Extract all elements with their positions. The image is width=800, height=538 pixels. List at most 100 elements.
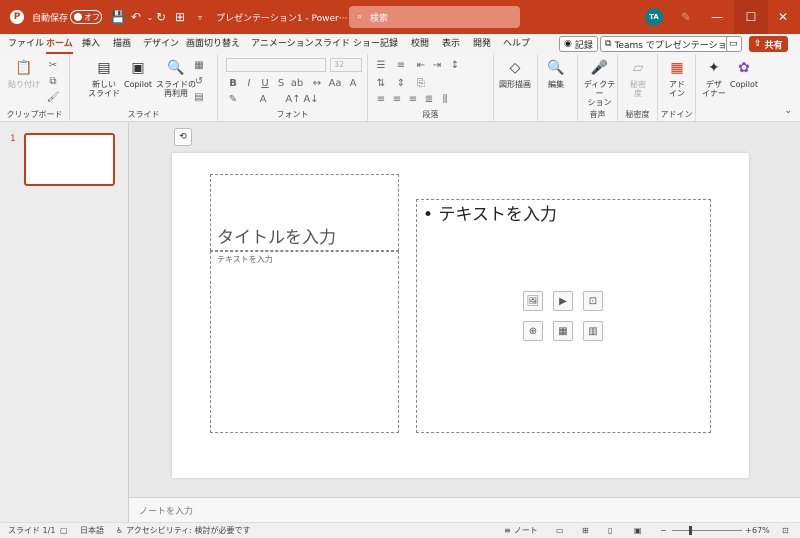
case-icon[interactable]: Aa [328,76,342,90]
shrink-font-icon[interactable]: A↓ [303,92,318,106]
customize-toolbar-icon[interactable]: ▿ [192,0,208,34]
zoom-in-icon[interactable]: + [745,523,752,538]
picture-insert-icon[interactable]: ⊡ [583,291,603,311]
decrease-indent-icon[interactable]: ⇤ [414,58,428,72]
sensitivity-button[interactable]: ▱ 秘密 度 [628,58,648,99]
align-center-icon[interactable]: ≡ [390,92,404,106]
spelling-icon[interactable]: ▢ [60,523,68,538]
text-placeholder[interactable]: テキストを入力 [210,251,399,433]
zoom-out-icon[interactable]: − [660,523,667,538]
tab-view[interactable]: 表示 [442,34,460,54]
slide-thumbnail[interactable] [24,133,115,186]
stock-images-icon[interactable]: 🖼 [523,291,543,311]
search-box[interactable]: ⌕ 検索 [349,6,520,28]
chart-insert-icon[interactable]: ▥ [583,321,603,341]
bullets-icon[interactable]: ☰ [374,58,388,72]
record-button[interactable]: ◉ 記録 [559,36,598,52]
justify-icon[interactable]: ≣ [422,92,436,106]
grow-font-icon[interactable]: A↑ [285,92,300,106]
tab-insert[interactable]: 挿入 [82,34,100,54]
tab-slideshow[interactable]: スライド ショー [314,34,380,54]
icons-insert-icon[interactable]: ▶ [553,291,573,311]
addins-button[interactable]: ▦ アド イン [667,58,687,99]
bold-icon[interactable]: B [226,76,240,90]
format-painter-icon[interactable]: 🖌 [46,90,60,104]
copilot-button[interactable]: ✿ Copilot [730,58,758,90]
tab-draw[interactable]: 描画 [113,34,131,54]
fit-slide-icon[interactable]: ⊡ [782,523,789,538]
slideshow-icon[interactable]: ▣ [634,523,642,538]
strikethrough-icon[interactable]: ab [290,76,304,90]
tab-record[interactable]: 記録 [380,34,398,54]
underline-icon[interactable]: U [258,76,272,90]
align-text-icon[interactable]: ⇕ [394,76,408,90]
new-slide-button[interactable]: ▤ 新しい スライド [88,58,120,99]
avatar[interactable]: TA [645,8,663,26]
notes-toggle-button[interactable]: ≡ ノート [504,523,538,538]
video-insert-icon[interactable]: ⊕ [523,321,543,341]
pen-icon[interactable]: ✎ [677,0,695,34]
reset-icon[interactable]: ↺ [192,74,206,88]
tab-developer[interactable]: 開発 [473,34,491,54]
accessibility-status[interactable]: ♿ アクセシビリティ: 検討が必要です [116,523,251,538]
line-spacing-icon[interactable]: ↕ [448,58,462,72]
start-from-beginning-icon[interactable]: ⊞ [172,0,188,34]
zoom-level[interactable]: 67% [752,523,770,538]
section-icon[interactable]: ▤ [192,90,206,104]
minimize-button[interactable]: — [700,0,734,34]
italic-icon[interactable]: I [242,76,256,90]
zoom-slider-track[interactable] [672,530,742,531]
cut-icon[interactable]: ✂ [46,58,60,72]
numbering-icon[interactable]: ≡ [394,58,408,72]
increase-indent-icon[interactable]: ⇥ [430,58,444,72]
reuse-slides-button[interactable]: 🔍 スライドの 再利用 [156,58,196,99]
dictate-button[interactable]: 🎤 ディクテー ション [582,58,617,108]
ribbon-options-chevron-icon[interactable]: ⌄ [784,106,792,116]
maximize-button[interactable]: ☐ [734,0,768,34]
find-button[interactable]: 🔍 編集 [546,58,566,90]
save-icon[interactable]: 💾 [110,0,126,34]
font-color-icon[interactable]: A [256,92,270,106]
close-button[interactable]: ✕ [766,0,800,34]
tab-help[interactable]: ヘルプ [503,34,530,54]
reading-view-icon[interactable]: ▯ [608,523,612,538]
text-direction-icon[interactable]: ⇅ [374,76,388,90]
share-button[interactable]: ⇪ 共有 [749,36,788,52]
columns-icon[interactable]: ⫼ [438,92,452,106]
teams-present-button[interactable]: ⧉ Teams でプレゼンテーション [600,36,741,52]
font-name-box[interactable] [226,58,326,72]
redo-icon[interactable]: ↻ [153,0,169,34]
notes-pane[interactable]: ノートを入力 [128,497,800,522]
slide-canvas[interactable]: タイトルを入力 テキストを入力 • テキストを入力 🖼 ▶ ⊡ ⊕ ▦ ▥ [172,153,749,478]
font-size-box[interactable]: 32 [330,58,362,72]
normal-view-icon[interactable]: ▭ [556,523,564,538]
align-right-icon[interactable]: ≡ [406,92,420,106]
comments-button[interactable]: ▭ [726,36,742,52]
tab-transitions[interactable]: 画面切り替え [186,34,240,54]
language-indicator[interactable]: 日本語 [80,523,104,538]
title-placeholder[interactable]: タイトルを入力 [210,174,399,251]
zoom-slider-thumb[interactable] [688,526,692,535]
autosave-toggle[interactable]: オフ [70,10,102,24]
designer-button[interactable]: ✦ デザ イナー [702,58,726,99]
paste-button[interactable]: 📋 貼り付け [8,58,40,90]
spacing-icon[interactable]: ↔ [310,76,324,90]
designer-suggestion-icon[interactable]: ⟲ [174,128,192,146]
tab-file[interactable]: ファイル [8,34,44,54]
clear-format-icon[interactable]: A [346,76,360,90]
table-insert-icon[interactable]: ▦ [553,321,573,341]
slide-sorter-icon[interactable]: ⊞ [582,523,589,538]
tab-review[interactable]: 校閲 [411,34,429,54]
tab-animations[interactable]: アニメーション [251,34,314,54]
shadow-icon[interactable]: S [274,76,288,90]
tab-home[interactable]: ホーム [46,34,73,54]
copy-icon[interactable]: ⧉ [46,74,60,88]
layout-icon[interactable]: ▦ [192,58,206,72]
align-left-icon[interactable]: ≡ [374,92,388,106]
smartart-icon[interactable]: ⎘ [414,76,428,90]
tab-design[interactable]: デザイン [143,34,179,54]
highlight-icon[interactable]: ✎ [226,92,240,106]
shapes-button[interactable]: ◇ 図形描画 [499,58,531,90]
content-placeholder[interactable]: • テキストを入力 🖼 ▶ ⊡ ⊕ ▦ ▥ [416,199,711,433]
copilot-slide-button[interactable]: ▣ Copilot [124,58,152,90]
